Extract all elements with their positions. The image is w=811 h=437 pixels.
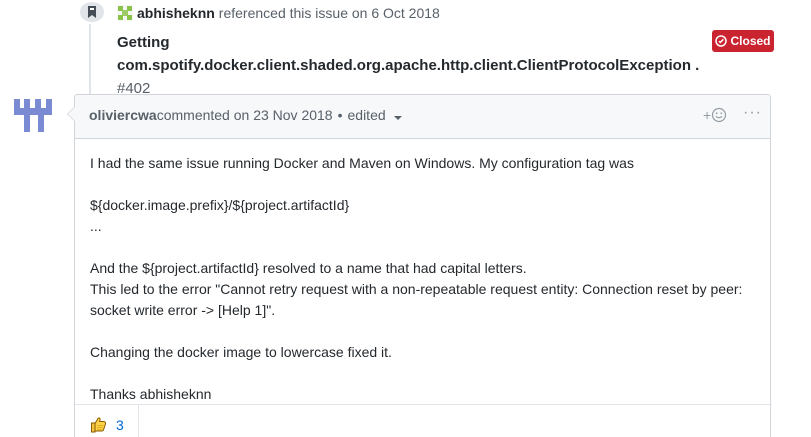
comment-paragraph: I had the same issue running Docker and … [90, 155, 634, 171]
closed-issue-icon [715, 35, 728, 47]
comment-paragraph: Thanks abhisheknn [90, 386, 212, 402]
edited-dropdown[interactable]: edited [348, 107, 402, 123]
github-issue-timeline: abhisheknn referenced this issue on 6 Oc… [0, 0, 811, 437]
bookmark-icon [78, 0, 106, 24]
kebab-menu-button[interactable]: ··· [743, 105, 761, 123]
comment-author[interactable]: oliviercwa [89, 107, 157, 123]
reference-actor[interactable]: abhisheknn [137, 5, 215, 21]
thumbs-up-icon[interactable] [89, 415, 109, 435]
reference-action-text: referenced this issue on 6 Oct 2018 [218, 5, 440, 21]
comment-ellipsis: ... [90, 218, 102, 234]
chevron-down-icon[interactable] [393, 116, 402, 120]
edited-label[interactable]: edited [348, 107, 386, 123]
comment-code-line: ${docker.image.prefix}/${project.artifac… [90, 197, 350, 213]
referenced-issue-title-text[interactable]: Getting com.spotify.docker.client.shaded… [117, 34, 699, 74]
smiley-icon[interactable] [711, 107, 727, 123]
comment-header-text: oliviercwa commented on 23 Nov 2018 • ed… [89, 107, 402, 123]
comment-paragraph: socket write error -> [Help 1]". [90, 302, 276, 318]
header-separator: • [337, 107, 343, 123]
reference-event: abhisheknn referenced this issue on 6 Oc… [117, 4, 440, 22]
add-reaction-plus[interactable]: + [703, 107, 711, 123]
comment-paragraph: And the ${project.artifactId} resolved t… [90, 260, 527, 276]
abhisheknn-avatar[interactable] [117, 5, 133, 21]
oliviercwa-avatar[interactable] [14, 94, 54, 134]
closed-status-label: Closed [730, 34, 771, 48]
comment-card: oliviercwa commented on 23 Nov 2018 • ed… [67, 94, 772, 437]
thumbs-up-count[interactable]: 3 [116, 417, 124, 433]
referenced-issue-title[interactable]: Getting com.spotify.docker.client.shaded… [117, 31, 707, 100]
add-reaction-button[interactable]: + [703, 107, 727, 123]
comment-paragraph: This led to the error "Cannot retry requ… [90, 281, 743, 297]
closed-status-badge: Closed [712, 30, 774, 52]
comment-header: oliviercwa commented on 23 Nov 2018 • ed… [75, 95, 770, 139]
thumbs-up-reaction[interactable]: 3 [75, 405, 139, 437]
comment-meta[interactable]: commented on 23 Nov 2018 [157, 107, 333, 123]
comment-paragraph: Changing the docker image to lowercase f… [90, 344, 392, 360]
reactions-bar: 3 [75, 404, 772, 437]
